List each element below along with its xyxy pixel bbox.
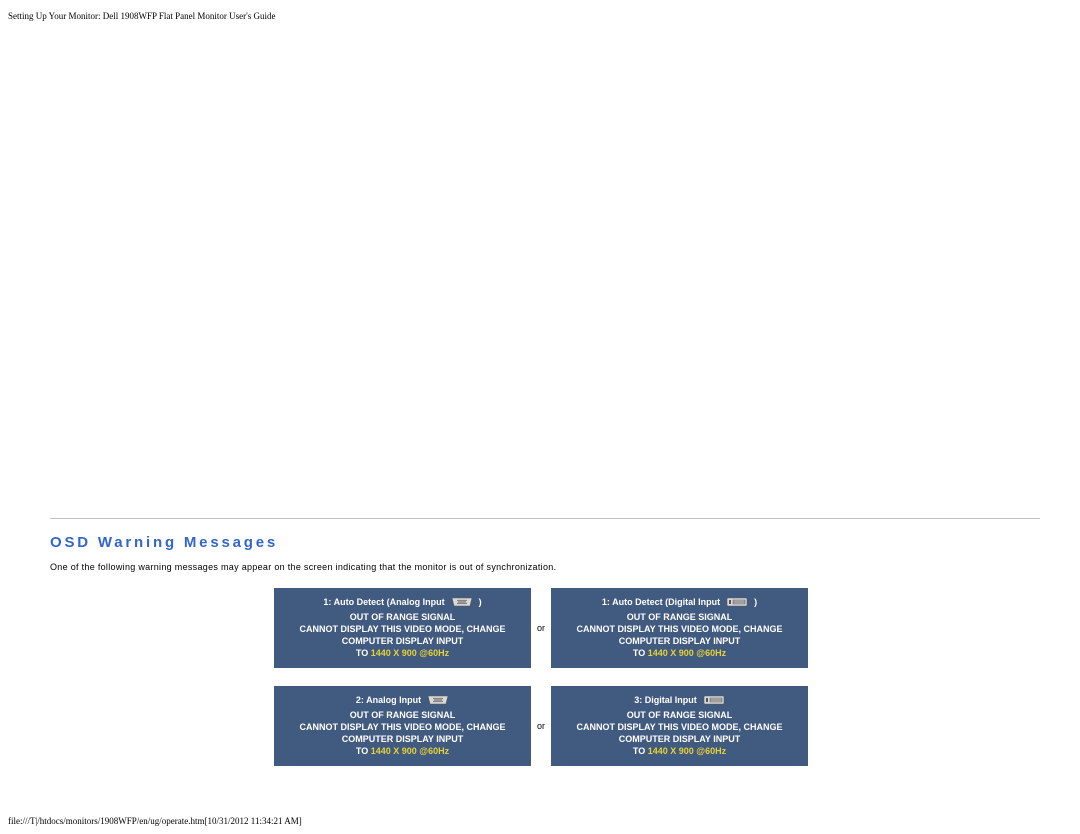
msg-to: TO	[356, 648, 371, 658]
msg-line: OUT OF RANGE SIGNAL	[299, 611, 505, 623]
dvi-connector-icon	[703, 695, 725, 705]
warning-card-digital-auto: 1: Auto Detect (Digital Input	[551, 588, 808, 668]
warning-cards: 1: Auto Detect (Analog Input ) OUT OF RA…	[274, 582, 814, 766]
warning-row: 1: Auto Detect (Analog Input ) OUT OF RA…	[274, 588, 814, 668]
msg-resolution: 1440 X 900 @60Hz	[371, 746, 449, 756]
msg-line: COMPUTER DISPLAY INPUT	[576, 733, 782, 745]
vga-connector-icon	[451, 597, 473, 607]
or-label: or	[531, 623, 551, 633]
card-message: OUT OF RANGE SIGNAL CANNOT DISPLAY THIS …	[299, 709, 505, 758]
dvi-connector-icon	[726, 597, 748, 607]
card-input-line: 3: Digital Input	[634, 695, 725, 705]
card-input-paren: )	[754, 597, 757, 607]
msg-line: OUT OF RANGE SIGNAL	[576, 709, 782, 721]
msg-line: CANNOT DISPLAY THIS VIDEO MODE, CHANGE	[576, 623, 782, 635]
msg-to: TO	[356, 746, 371, 756]
page-header-title: Setting Up Your Monitor: Dell 1908WFP Fl…	[8, 11, 276, 21]
card-input-line: 1: Auto Detect (Analog Input )	[323, 597, 481, 607]
msg-resolution: 1440 X 900 @60Hz	[648, 648, 726, 658]
msg-to: TO	[633, 648, 648, 658]
msg-line: TO 1440 X 900 @60Hz	[576, 647, 782, 659]
msg-line: COMPUTER DISPLAY INPUT	[576, 635, 782, 647]
msg-resolution: 1440 X 900 @60Hz	[648, 746, 726, 756]
or-label: or	[531, 721, 551, 731]
msg-line: CANNOT DISPLAY THIS VIDEO MODE, CHANGE	[299, 623, 505, 635]
card-input-label: 3: Digital Input	[634, 695, 697, 705]
page-footer-path: file:///T|/htdocs/monitors/1908WFP/en/ug…	[8, 816, 302, 826]
card-input-label: 1: Auto Detect (Analog Input	[323, 597, 444, 607]
section-intro: One of the following warning messages ma…	[50, 562, 556, 572]
warning-card-analog-auto: 1: Auto Detect (Analog Input ) OUT OF RA…	[274, 588, 531, 668]
card-input-label: 1: Auto Detect (Digital Input	[602, 597, 720, 607]
msg-line: OUT OF RANGE SIGNAL	[299, 709, 505, 721]
msg-line: CANNOT DISPLAY THIS VIDEO MODE, CHANGE	[299, 721, 505, 733]
card-message: OUT OF RANGE SIGNAL CANNOT DISPLAY THIS …	[299, 611, 505, 660]
card-input-label: 2: Analog Input	[356, 695, 421, 705]
msg-resolution: 1440 X 900 @60Hz	[371, 648, 449, 658]
card-message: OUT OF RANGE SIGNAL CANNOT DISPLAY THIS …	[576, 709, 782, 758]
section-heading: OSD Warning Messages	[50, 534, 278, 551]
warning-row: 2: Analog Input OUT OF RANGE SIGNAL CANN…	[274, 686, 814, 766]
msg-line: COMPUTER DISPLAY INPUT	[299, 635, 505, 647]
divider	[50, 518, 1040, 519]
card-message: OUT OF RANGE SIGNAL CANNOT DISPLAY THIS …	[576, 611, 782, 660]
warning-card-analog: 2: Analog Input OUT OF RANGE SIGNAL CANN…	[274, 686, 531, 766]
page: Setting Up Your Monitor: Dell 1908WFP Fl…	[0, 0, 1080, 834]
msg-line: COMPUTER DISPLAY INPUT	[299, 733, 505, 745]
msg-to: TO	[633, 746, 648, 756]
card-input-paren: )	[479, 597, 482, 607]
msg-line: CANNOT DISPLAY THIS VIDEO MODE, CHANGE	[576, 721, 782, 733]
card-input-line: 1: Auto Detect (Digital Input	[602, 597, 757, 607]
msg-line: TO 1440 X 900 @60Hz	[299, 745, 505, 757]
msg-line: TO 1440 X 900 @60Hz	[576, 745, 782, 757]
msg-line: OUT OF RANGE SIGNAL	[576, 611, 782, 623]
msg-line: TO 1440 X 900 @60Hz	[299, 647, 505, 659]
card-input-line: 2: Analog Input	[356, 695, 449, 705]
vga-connector-icon	[427, 695, 449, 705]
warning-card-digital: 3: Digital Input	[551, 686, 808, 766]
